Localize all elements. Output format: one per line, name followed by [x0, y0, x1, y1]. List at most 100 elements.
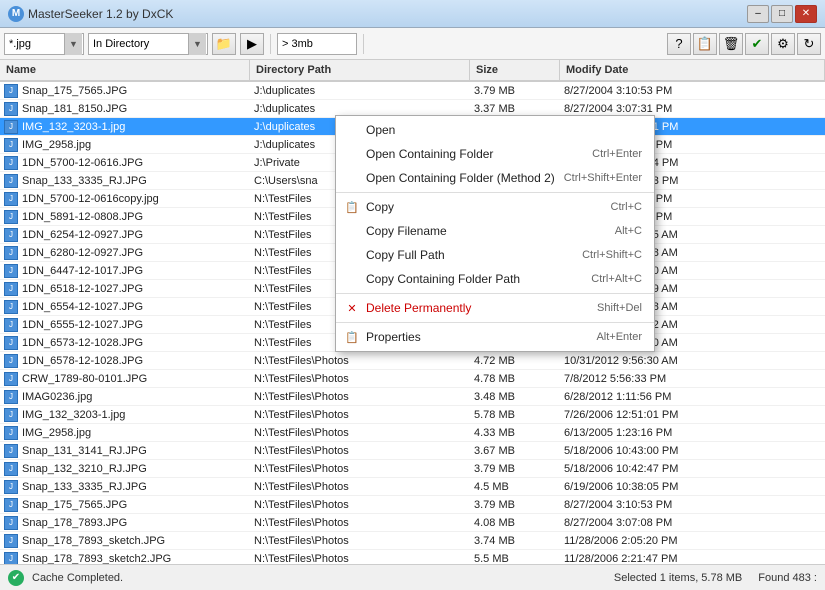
cell-dir: J:\duplicates: [250, 82, 470, 99]
col-header-dir[interactable]: Directory Path: [250, 60, 470, 80]
table-row[interactable]: J Snap_131_3141_RJ.JPG N:\TestFiles\Phot…: [0, 442, 825, 460]
context-item-shortcut: Ctrl+Shift+Enter: [564, 172, 642, 184]
maximize-button[interactable]: □: [771, 5, 793, 23]
table-row[interactable]: J Snap_175_7565.JPG N:\TestFiles\Photos …: [0, 496, 825, 514]
cell-dir: N:\TestFiles\Photos: [250, 478, 470, 495]
check-button[interactable]: ✔: [745, 33, 769, 55]
file-icon: J: [4, 228, 18, 242]
folder-action-button[interactable]: ▶: [240, 33, 264, 55]
context-menu: Open Open Containing Folder Ctrl+Enter O…: [335, 115, 655, 352]
file-icon: J: [4, 102, 18, 116]
location-select[interactable]: In Directory Everywhere: [88, 33, 208, 55]
status-bar: ✔ Cache Completed. Selected 1 items, 5.7…: [0, 564, 825, 590]
context-item-label: Copy Containing Folder Path: [366, 272, 520, 286]
cell-date: 7/8/2012 5:56:33 PM: [560, 370, 825, 387]
cell-filename: J IMG_132_3203-1.jpg: [0, 406, 250, 423]
cell-dir: N:\TestFiles\Photos: [250, 460, 470, 477]
settings-button[interactable]: ⚙: [771, 33, 795, 55]
title-bar: M MasterSeeker 1.2 by DxCK – □ ✕: [0, 0, 825, 28]
cell-filename: J Snap_132_3210_RJ.JPG: [0, 460, 250, 477]
cell-dir: N:\TestFiles\Photos: [250, 388, 470, 405]
cell-size: 3.79 MB: [470, 460, 560, 477]
table-row[interactable]: J Snap_178_7893_sketch2.JPG N:\TestFiles…: [0, 550, 825, 564]
cell-filename: J IMG_2958.jpg: [0, 136, 250, 153]
table-row[interactable]: J Snap_178_7893_sketch.JPG N:\TestFiles\…: [0, 532, 825, 550]
toolbar-right: ? 📋 🗑 ✔ ⚙ ↻: [667, 33, 821, 55]
refresh-button[interactable]: ↻: [797, 33, 821, 55]
file-icon: J: [4, 372, 18, 386]
open-folder-button[interactable]: 📁: [212, 33, 236, 55]
context-menu-separator: [336, 192, 654, 193]
cell-filename: J Snap_175_7565.JPG: [0, 82, 250, 99]
title-bar-left: M MasterSeeker 1.2 by DxCK: [8, 6, 173, 22]
col-header-date[interactable]: Modify Date: [560, 60, 825, 80]
table-row[interactable]: J IMAG0236.jpg N:\TestFiles\Photos 3.48 …: [0, 388, 825, 406]
selected-text: Selected 1 items, 5.78 MB: [614, 572, 742, 584]
table-row[interactable]: J CRW_1789-80-0101.JPG N:\TestFiles\Phot…: [0, 370, 825, 388]
copy-button[interactable]: 📋: [693, 33, 717, 55]
cell-size: 4.5 MB: [470, 478, 560, 495]
file-icon: J: [4, 444, 18, 458]
table-row[interactable]: J Snap_133_3335_RJ.JPG N:\TestFiles\Phot…: [0, 478, 825, 496]
col-header-name[interactable]: Name: [0, 60, 250, 80]
cell-size: 5.78 MB: [470, 406, 560, 423]
cell-dir: N:\TestFiles\Photos: [250, 370, 470, 387]
title-controls[interactable]: – □ ✕: [747, 5, 817, 23]
cell-date: 5/18/2006 10:43:00 PM: [560, 442, 825, 459]
table-row[interactable]: J IMG_2958.jpg N:\TestFiles\Photos 4.33 …: [0, 424, 825, 442]
cell-filename: J IMAG0236.jpg: [0, 388, 250, 405]
cell-date: 6/13/2005 1:23:16 PM: [560, 424, 825, 441]
status-right: Selected 1 items, 5.78 MB Found 483 :: [614, 572, 817, 584]
minimize-button[interactable]: –: [747, 5, 769, 23]
cell-filename: J IMG_2958.jpg: [0, 424, 250, 441]
context-item-label: Open Containing Folder: [366, 147, 493, 161]
file-icon: J: [4, 138, 18, 152]
table-row[interactable]: J IMG_132_3203-1.jpg N:\TestFiles\Photos…: [0, 406, 825, 424]
cell-filename: J 1DN_6555-12-1027.JPG: [0, 316, 250, 333]
table-row[interactable]: J Snap_178_7893.JPG N:\TestFiles\Photos …: [0, 514, 825, 532]
filter-input[interactable]: [4, 33, 84, 55]
file-icon: J: [4, 282, 18, 296]
context-menu-separator: [336, 322, 654, 323]
cell-date: 6/28/2012 1:11:56 PM: [560, 388, 825, 405]
cell-size: 5.5 MB: [470, 550, 560, 564]
table-row[interactable]: J 1DN_6578-12-1028.JPG N:\TestFiles\Phot…: [0, 352, 825, 370]
help-button[interactable]: ?: [667, 33, 691, 55]
file-icon: J: [4, 192, 18, 206]
cell-filename: J Snap_175_7565.JPG: [0, 496, 250, 513]
context-item-shortcut: Ctrl+Shift+C: [582, 249, 642, 261]
cell-dir: N:\TestFiles\Photos: [250, 442, 470, 459]
table-row[interactable]: J Snap_132_3210_RJ.JPG N:\TestFiles\Phot…: [0, 460, 825, 478]
context-item-label: Properties: [366, 330, 421, 344]
cell-filename: J 1DN_6578-12-1028.JPG: [0, 352, 250, 369]
context-menu-item[interactable]: Copy Containing Folder Path Ctrl+Alt+C: [336, 267, 654, 291]
delete-button[interactable]: 🗑: [719, 33, 743, 55]
context-menu-item[interactable]: Copy Full Path Ctrl+Shift+C: [336, 243, 654, 267]
size-filter-input[interactable]: [277, 33, 357, 55]
context-item-shortcut: Shift+Del: [597, 302, 642, 314]
context-item-shortcut: Ctrl+Alt+C: [591, 273, 642, 285]
context-menu-item[interactable]: Copy Filename Alt+C: [336, 219, 654, 243]
col-header-size[interactable]: Size: [470, 60, 560, 80]
context-item-shortcut: Alt+C: [615, 225, 642, 237]
cell-size: 3.48 MB: [470, 388, 560, 405]
close-button[interactable]: ✕: [795, 5, 817, 23]
file-icon: J: [4, 264, 18, 278]
file-icon: J: [4, 534, 18, 548]
cell-filename: J 1DN_5891-12-0808.JPG: [0, 208, 250, 225]
context-menu-item[interactable]: ✕ Delete Permanently Shift+Del: [336, 296, 654, 320]
context-menu-item[interactable]: 📋 Copy Ctrl+C: [336, 195, 654, 219]
cell-date: 8/27/2004 3:10:53 PM: [560, 496, 825, 513]
context-menu-item[interactable]: Open Containing Folder (Method 2) Ctrl+S…: [336, 166, 654, 190]
file-icon: J: [4, 318, 18, 332]
context-menu-item[interactable]: Open: [336, 118, 654, 142]
context-item-icon: 📋: [344, 329, 360, 345]
context-menu-item[interactable]: Open Containing Folder Ctrl+Enter: [336, 142, 654, 166]
file-icon: J: [4, 336, 18, 350]
table-row[interactable]: J Snap_175_7565.JPG J:\duplicates 3.79 M…: [0, 82, 825, 100]
cache-status-icon: ✔: [8, 570, 24, 586]
cell-filename: J Snap_178_7893_sketch2.JPG: [0, 550, 250, 564]
file-icon: J: [4, 300, 18, 314]
file-icon: J: [4, 462, 18, 476]
context-menu-item[interactable]: 📋 Properties Alt+Enter: [336, 325, 654, 349]
